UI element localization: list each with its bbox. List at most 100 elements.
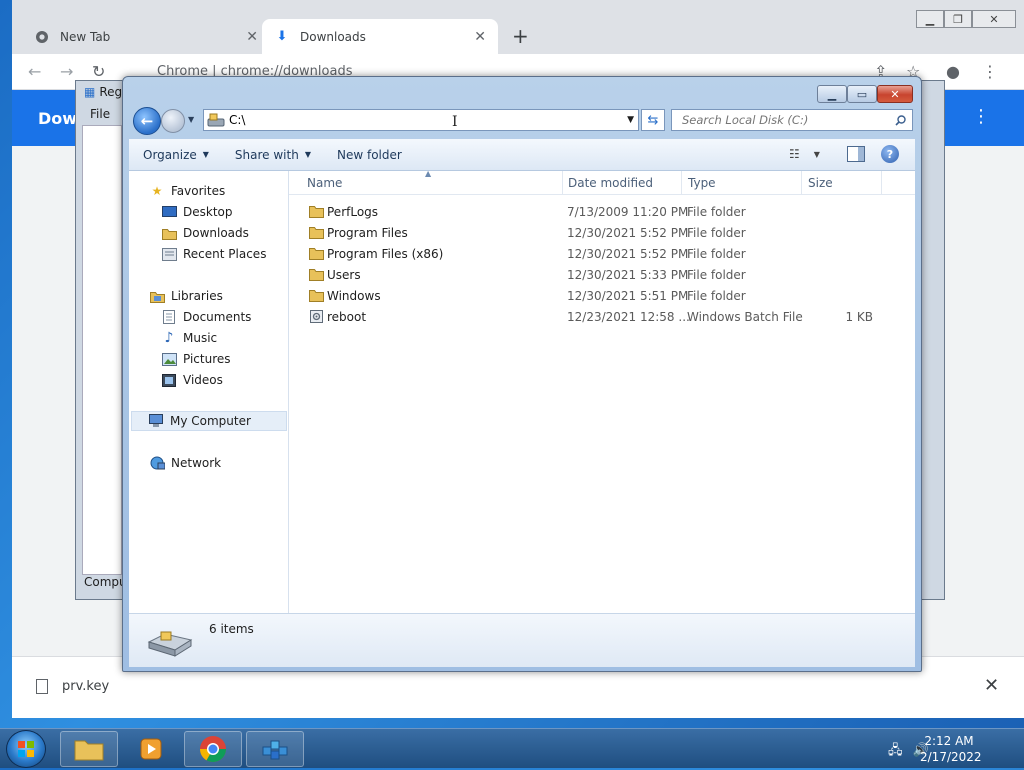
file-date: 7/13/2009 11:20 PM — [567, 205, 689, 219]
file-type: Windows Batch File — [687, 310, 803, 324]
file-name: PerfLogs — [327, 205, 379, 219]
start-button[interactable] — [6, 730, 46, 768]
nav-music[interactable]: ♪ Music — [161, 328, 218, 348]
refresh-button[interactable]: ⇆ — [641, 109, 665, 131]
registry-tree[interactable] — [82, 125, 122, 575]
nav-pictures[interactable]: Pictures — [161, 349, 231, 369]
network-icon[interactable]: 🖧 — [888, 743, 903, 758]
new-folder-button[interactable]: New folder — [323, 148, 414, 162]
table-row[interactable]: Program Files 12/30/2021 5:52 PM File fo… — [289, 223, 915, 244]
file-type: File folder — [687, 226, 746, 240]
taskbar-regedit[interactable] — [246, 731, 304, 767]
organize-button[interactable]: Organize ▼ — [129, 148, 221, 162]
videos-icon — [161, 373, 177, 387]
close-icon[interactable]: ✕ — [984, 675, 999, 696]
file-type: File folder — [687, 247, 746, 261]
nav-my-computer[interactable]: My Computer — [131, 411, 287, 431]
details-pane: 6 items — [129, 613, 915, 667]
close-window-button[interactable]: ✕ — [972, 10, 1016, 28]
forward-arrow-icon[interactable]: → — [60, 62, 73, 81]
tab-new-tab[interactable]: New Tab ✕ — [22, 19, 270, 54]
table-row[interactable]: Users 12/30/2021 5:33 PM File folder — [289, 265, 915, 286]
menu-icon[interactable]: ⋮ — [982, 62, 998, 81]
back-arrow-icon[interactable]: ← — [28, 62, 41, 81]
maximize-button[interactable]: ▭ — [847, 85, 877, 103]
chevron-down-icon[interactable]: ▼ — [627, 115, 634, 125]
folder-icon — [309, 248, 324, 260]
nav-downloads[interactable]: Downloads — [161, 223, 249, 243]
network-icon — [149, 456, 165, 470]
column-date-modified[interactable]: Date modified — [562, 171, 682, 195]
address-bar[interactable]: C:\ ▼ — [203, 109, 639, 131]
back-button[interactable]: ← — [133, 107, 161, 135]
folder-icon — [74, 740, 104, 761]
chrome-icon — [199, 736, 227, 763]
nav-favorites[interactable]: ★ Favorites — [149, 181, 226, 201]
minimize-button[interactable]: ▁ — [817, 85, 847, 103]
text-cursor-icon: I — [452, 114, 458, 130]
libraries-icon — [149, 289, 165, 303]
drive-icon — [207, 113, 225, 127]
file-date: 12/30/2021 5:51 PM — [567, 289, 689, 303]
forward-button[interactable] — [161, 109, 185, 133]
close-icon[interactable]: ✕ — [246, 29, 258, 45]
chevron-down-icon: ▼ — [202, 150, 209, 159]
reload-icon[interactable]: ↻ — [92, 62, 105, 81]
menu-file[interactable]: File — [90, 107, 110, 121]
column-type[interactable]: Type — [682, 171, 802, 195]
documents-icon — [161, 310, 177, 324]
file-name: Windows — [327, 289, 381, 303]
clock[interactable]: 2:12 AM 2/17/2022 — [920, 733, 982, 765]
taskbar-explorer[interactable] — [60, 731, 118, 767]
tab-label: New Tab — [60, 29, 111, 44]
close-icon[interactable]: ✕ — [474, 29, 486, 45]
share-with-button[interactable]: Share with ▼ — [221, 148, 323, 162]
tab-downloads[interactable]: ⬇ Downloads ✕ — [262, 19, 498, 54]
profile-icon[interactable]: ● — [946, 62, 960, 81]
nav-videos[interactable]: Videos — [161, 370, 223, 390]
nav-libraries[interactable]: Libraries — [149, 286, 223, 306]
search-input[interactable] — [680, 112, 880, 128]
folder-icon — [309, 206, 324, 218]
view-list-icon: ☷ — [789, 147, 800, 161]
hard-drive-icon — [147, 631, 193, 657]
maximize-button[interactable]: ❐ — [944, 10, 972, 28]
history-dropdown[interactable]: ▼ — [188, 115, 194, 124]
chrome-icon — [34, 29, 50, 45]
preview-pane-icon[interactable] — [847, 146, 865, 162]
change-view-button[interactable]: ☷ ▼ — [789, 147, 820, 161]
close-button[interactable]: ✕ — [877, 85, 913, 103]
clock-time: 2:12 AM — [924, 734, 974, 748]
taskbar-chrome[interactable] — [184, 731, 242, 767]
music-icon: ♪ — [164, 330, 174, 346]
batch-file-icon — [310, 310, 323, 323]
column-size[interactable]: Size — [802, 171, 882, 195]
file-type: File folder — [687, 268, 746, 282]
nav-network[interactable]: Network — [149, 453, 221, 473]
file-name: Users — [327, 268, 361, 282]
minimize-button[interactable]: ▁ — [916, 10, 944, 28]
explorer-window: ▁ ▭ ✕ ← ▼ C:\ ▼ ⇆ Organize▼ Share with▼ … — [122, 76, 922, 672]
taskbar-media-player[interactable] — [122, 731, 180, 767]
registry-status: Compu — [84, 575, 127, 589]
windows-logo-icon — [18, 741, 34, 757]
table-row[interactable]: Windows 12/30/2021 5:51 PM File folder — [289, 286, 915, 307]
download-filename: prv.key — [62, 679, 110, 694]
help-icon[interactable]: ? — [881, 145, 899, 163]
search-box[interactable] — [671, 109, 913, 131]
column-name[interactable]: Name — [301, 171, 563, 195]
search-icon[interactable] — [895, 114, 906, 126]
nav-desktop[interactable]: Desktop — [161, 202, 233, 222]
new-tab-button[interactable]: + — [512, 24, 529, 48]
table-row[interactable]: reboot 12/23/2021 12:58 ... Windows Batc… — [289, 307, 915, 328]
chevron-down-icon: ▼ — [813, 149, 820, 159]
nav-documents[interactable]: Documents — [161, 307, 251, 327]
chrome-tabstrip: New Tab ✕ ⬇ Downloads ✕ + ▁ ❐ ✕ — [12, 0, 1024, 54]
nav-recent-places[interactable]: Recent Places — [161, 244, 266, 264]
download-item[interactable]: prv.key — [36, 679, 109, 694]
folder-icon — [309, 290, 324, 302]
table-row[interactable]: PerfLogs 7/13/2009 11:20 PM File folder — [289, 202, 915, 223]
downloads-folder-icon — [161, 226, 177, 240]
more-options-icon[interactable]: ⋮ — [972, 106, 990, 127]
table-row[interactable]: Program Files (x86) 12/30/2021 5:52 PM F… — [289, 244, 915, 265]
